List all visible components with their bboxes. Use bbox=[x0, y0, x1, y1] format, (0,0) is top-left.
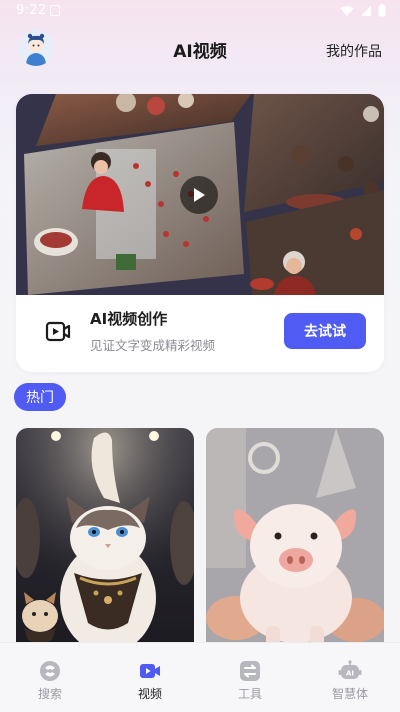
nav-item-search[interactable]: 搜索 bbox=[0, 643, 100, 712]
video-card-cat[interactable] bbox=[16, 428, 194, 650]
notification-icon bbox=[50, 5, 60, 16]
hot-tag[interactable]: 热门 bbox=[14, 383, 66, 411]
battery-icon bbox=[378, 4, 386, 17]
hero-subtitle: 见证文字变成精彩视频 bbox=[90, 338, 216, 353]
nav-item-tools[interactable]: 工具 bbox=[200, 643, 300, 712]
wifi-icon bbox=[340, 5, 354, 16]
pig-video-thumbnail bbox=[206, 428, 384, 650]
cat-video-thumbnail bbox=[16, 428, 194, 650]
hero-info: AI视频创作 见证文字变成精彩视频 去试试 bbox=[16, 295, 384, 372]
header: AI视频 我的作品 bbox=[0, 28, 400, 72]
status-icons bbox=[340, 4, 386, 17]
search-icon bbox=[40, 661, 60, 681]
my-works-link[interactable]: 我的作品 bbox=[326, 41, 382, 61]
nav-label-search: 搜索 bbox=[37, 687, 62, 701]
hero-video-thumbnail[interactable] bbox=[16, 94, 384, 295]
play-button[interactable] bbox=[180, 176, 218, 214]
status-time: 9:22 bbox=[16, 3, 47, 18]
nav-label-video: 视频 bbox=[137, 687, 162, 701]
hero-title: AI视频创作 bbox=[90, 310, 168, 328]
nav-label-tools: 工具 bbox=[237, 687, 262, 701]
tools-icon bbox=[240, 661, 260, 681]
play-icon bbox=[194, 188, 205, 202]
signal-icon bbox=[361, 5, 371, 16]
video-card-pig[interactable] bbox=[206, 428, 384, 650]
bottom-navigation: 搜索 视频 工具 AI 智慧体 bbox=[0, 642, 400, 712]
nav-item-video[interactable]: 视频 bbox=[100, 643, 200, 712]
ai-video-feature-card[interactable]: AI视频创作 见证文字变成精彩视频 去试试 bbox=[16, 94, 384, 372]
try-button[interactable]: 去试试 bbox=[284, 313, 366, 349]
video-create-icon bbox=[45, 321, 71, 342]
svg-text:AI: AI bbox=[346, 670, 354, 678]
ai-agent-icon: AI bbox=[338, 660, 362, 679]
nav-label-ai-agent: 智慧体 bbox=[331, 687, 368, 701]
nav-item-ai-agent[interactable]: AI 智慧体 bbox=[300, 643, 400, 712]
video-icon bbox=[140, 664, 160, 678]
status-bar: 9:22 bbox=[0, 0, 400, 24]
